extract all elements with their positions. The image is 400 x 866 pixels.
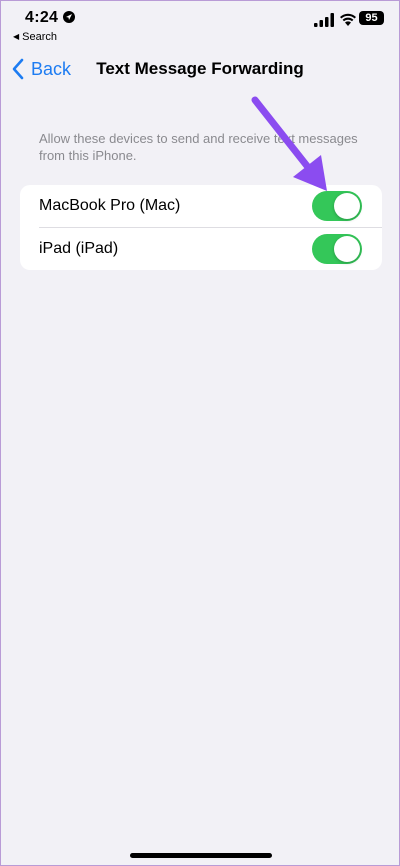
back-to-app-label: Search (22, 31, 58, 43)
navigation-bar: Back Text Message Forwarding (1, 55, 399, 85)
status-time: 4:24 (25, 9, 59, 26)
devices-list: MacBook Pro (Mac) iPad (iPad) (20, 185, 382, 270)
device-label: iPad (iPad) (39, 240, 119, 257)
home-indicator[interactable] (130, 853, 272, 858)
device-label: MacBook Pro (Mac) (39, 197, 181, 214)
toggle-knob (334, 236, 360, 262)
annotation-arrow-icon (251, 96, 327, 191)
wifi-icon (340, 13, 356, 26)
location-icon (63, 11, 75, 23)
battery-indicator: 95 (359, 11, 384, 25)
back-triangle-icon: ◀ (13, 32, 20, 41)
ipad-toggle-switch[interactable] (312, 234, 362, 264)
back-to-app-link[interactable]: ◀ Search (13, 31, 57, 43)
toggle-knob (334, 193, 360, 219)
cellular-signal-icon (314, 13, 334, 27)
page-title: Text Message Forwarding (96, 59, 304, 78)
device-row-ipad: iPad (iPad) (20, 228, 382, 270)
status-bar: 4:24 95 (1, 1, 399, 31)
